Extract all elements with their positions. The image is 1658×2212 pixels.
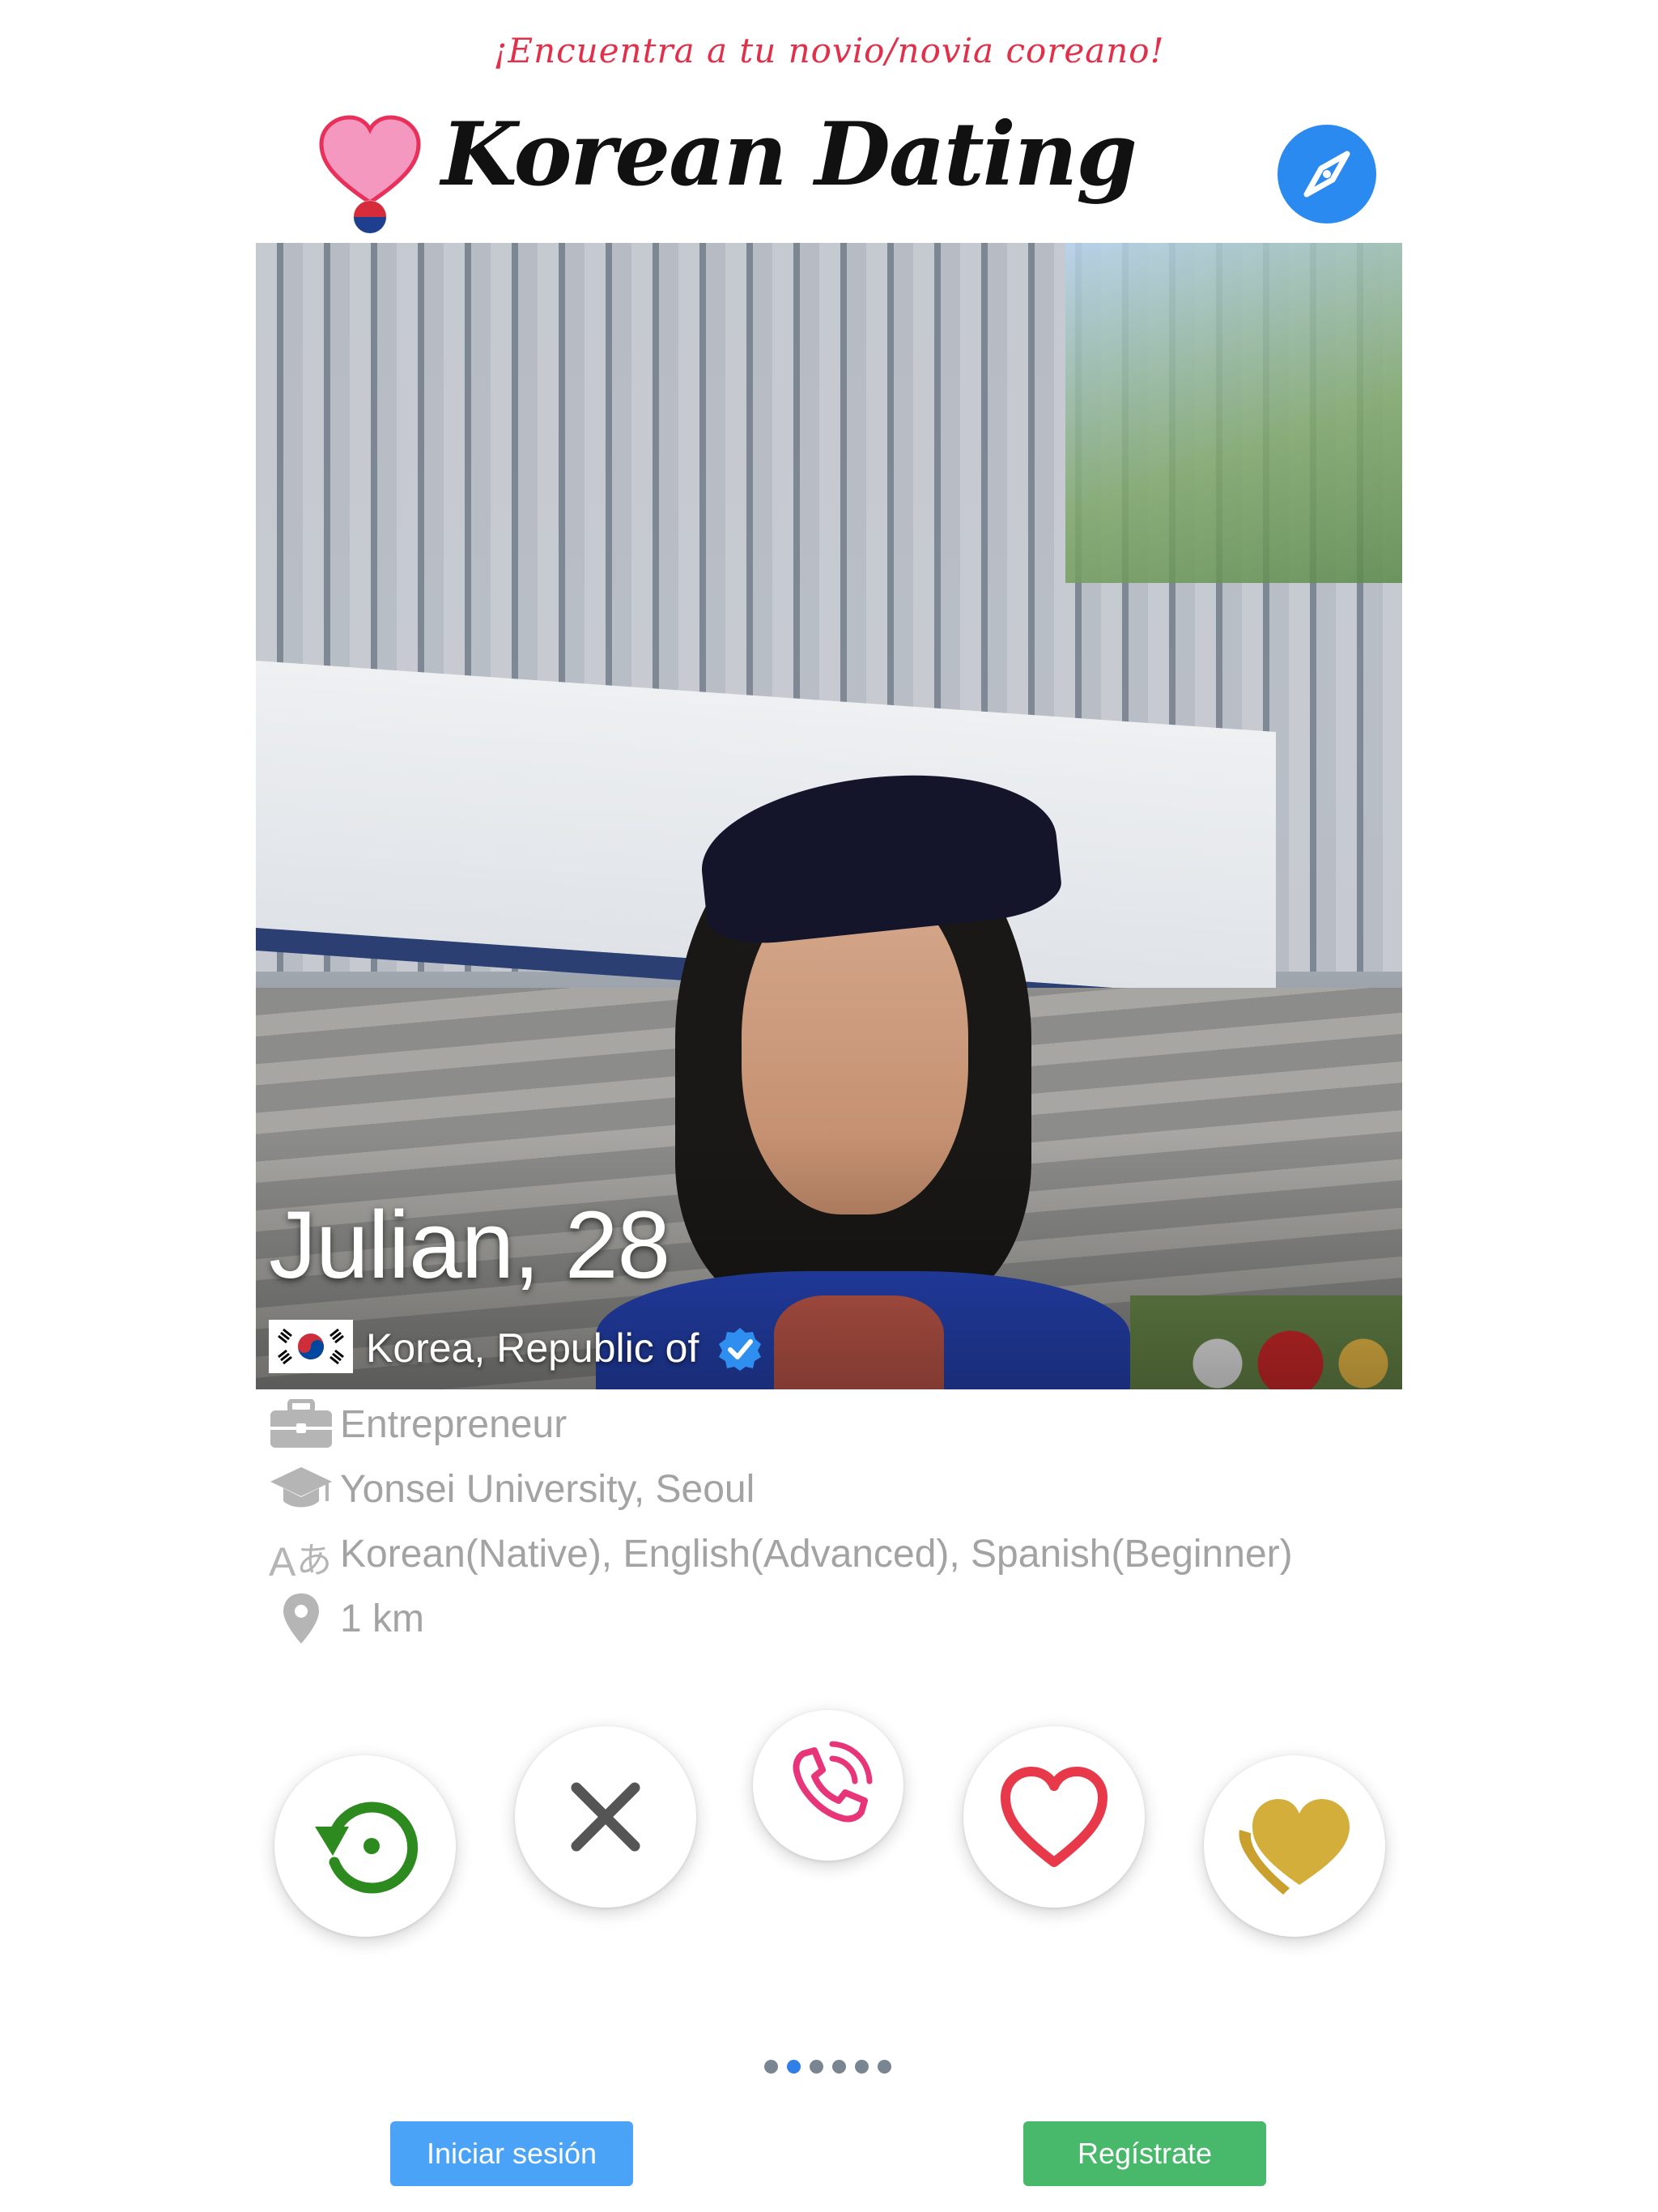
tagline: ¡Encuentra a tu novio/novia coreano! (493, 31, 1165, 70)
pager-dot[interactable] (855, 2060, 869, 2074)
distance-text: 1 km (340, 1597, 425, 1640)
like-button[interactable] (963, 1726, 1145, 1908)
location-pin-icon (283, 1593, 319, 1644)
superlike-button[interactable] (1204, 1755, 1385, 1937)
rewind-icon (315, 1802, 419, 1894)
phone-icon (793, 1741, 873, 1823)
rewind-button[interactable] (274, 1755, 456, 1937)
svg-text:A: A (269, 1539, 296, 1580)
heart-outline-icon (1001, 1767, 1107, 1867)
gold-heart-icon (1239, 1799, 1350, 1895)
close-icon (571, 1782, 640, 1852)
nope-button[interactable] (515, 1726, 696, 1908)
explore-button[interactable] (1278, 125, 1376, 223)
pager-dot[interactable] (832, 2060, 846, 2074)
verified-badge-icon (719, 1328, 761, 1371)
compass-icon (1303, 151, 1350, 198)
pager-dot[interactable] (878, 2060, 891, 2074)
pager-dot[interactable] (810, 2060, 823, 2074)
app-title: Korean Dating (441, 104, 1137, 206)
pager-dot[interactable] (764, 2060, 778, 2074)
occupation-text: Entrepreneur (340, 1403, 568, 1446)
signup-button[interactable]: Regístrate (1023, 2121, 1266, 2186)
languages-text: Korean(Native), English(Advanced), Spani… (340, 1533, 1293, 1576)
call-button[interactable] (753, 1710, 903, 1861)
briefcase-icon (270, 1399, 332, 1448)
education-text: Yonsei University, Seoul (340, 1468, 755, 1511)
heart-pin-logo-icon (319, 115, 421, 234)
graduation-cap-icon (270, 1467, 332, 1508)
login-button[interactable]: Iniciar sesión (390, 2121, 633, 2186)
svg-text:あ: あ (296, 1540, 332, 1580)
profile-name-age: Julian, 28 (269, 1192, 670, 1299)
pager-dot-active[interactable] (787, 2060, 801, 2074)
korea-flag-icon (269, 1320, 353, 1373)
language-icon: A あ (269, 1539, 332, 1580)
country-label: Korea, Republic of (366, 1325, 699, 1371)
